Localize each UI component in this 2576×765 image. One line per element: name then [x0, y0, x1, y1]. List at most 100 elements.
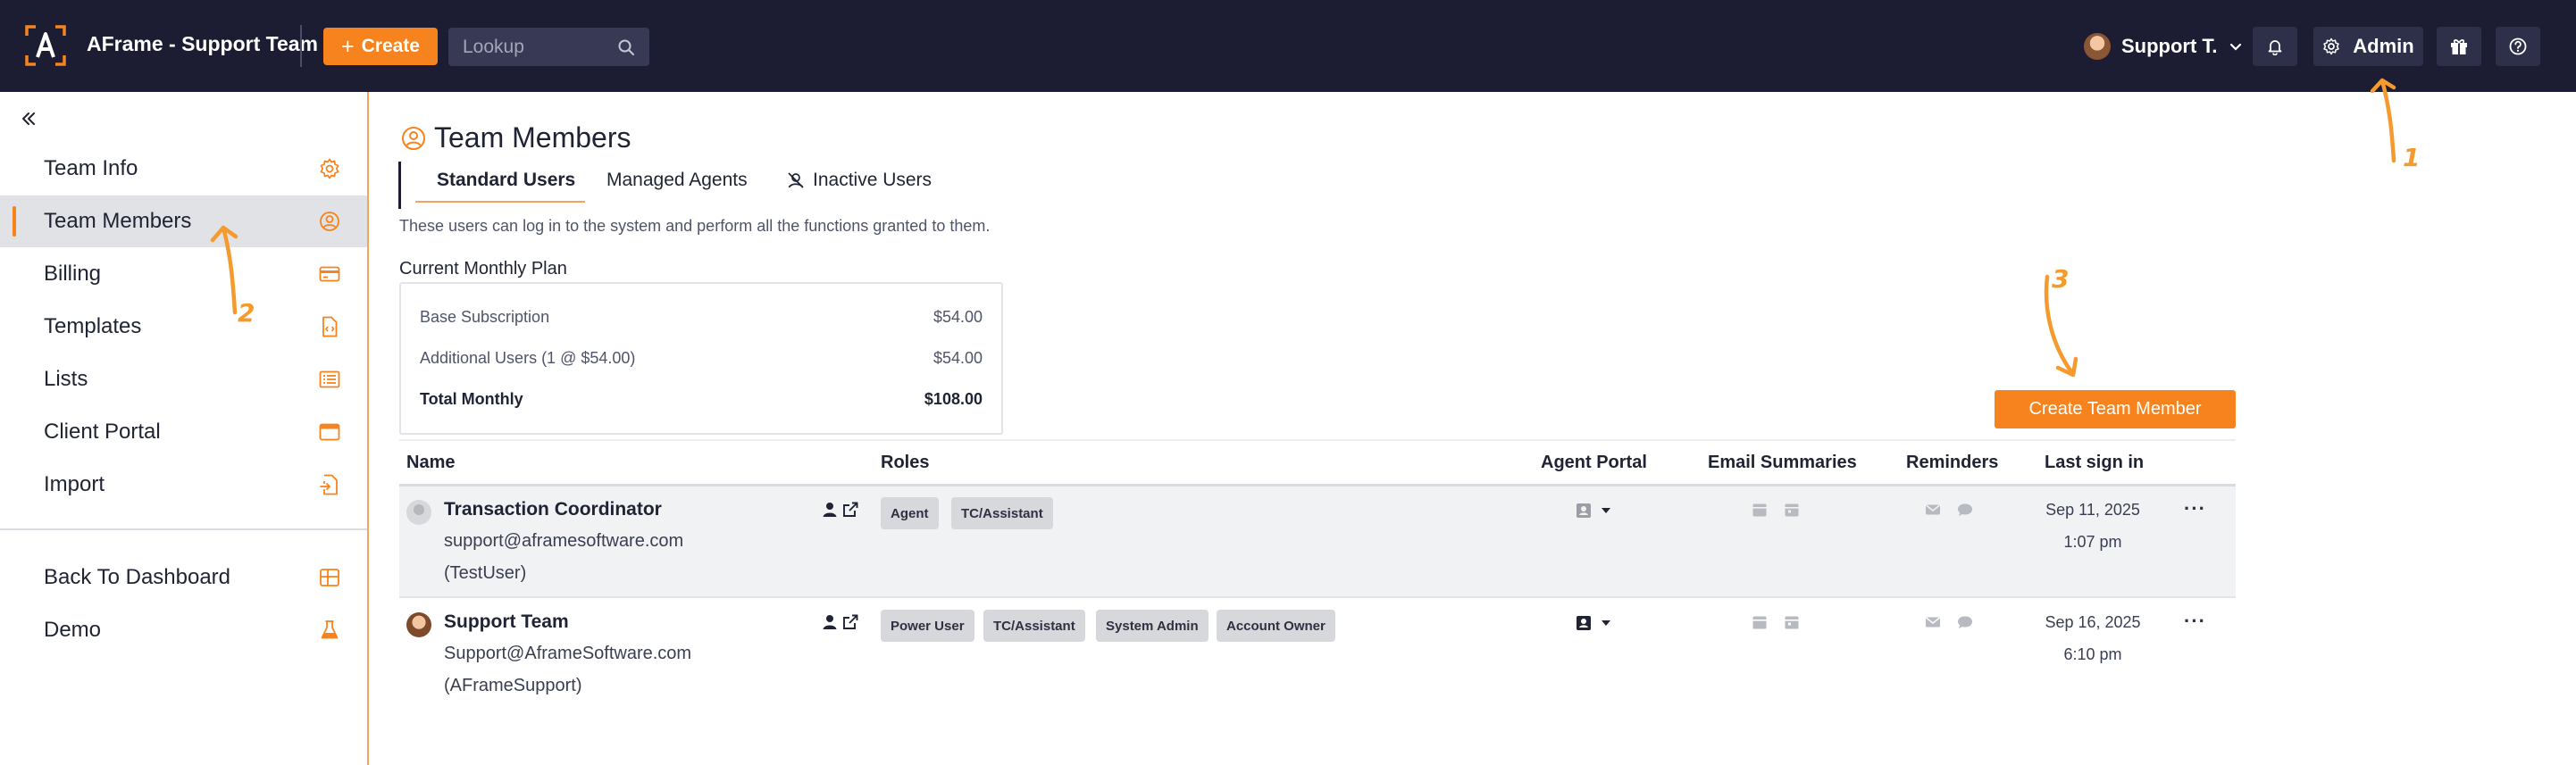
- gear-icon: [320, 158, 339, 179]
- gifts-button[interactable]: [2437, 27, 2481, 66]
- create-button-label: Create: [361, 36, 420, 56]
- plan-row-label: Base Subscription: [420, 308, 550, 326]
- role-badge: TC/Assistant: [983, 610, 1085, 642]
- table-row[interactable]: Support Team Support@AframeSoftware.com …: [399, 599, 2236, 711]
- table-top-border: [399, 439, 2236, 441]
- role-badge: Power User: [881, 610, 974, 642]
- sidebar-item-lists[interactable]: Lists: [0, 353, 367, 405]
- sidebar-item-templates[interactable]: Templates: [0, 301, 367, 353]
- plan-row-total: Total Monthly $108.00: [420, 390, 983, 409]
- column-header-name[interactable]: Name: [406, 453, 455, 473]
- sidebar-item-label: Import: [44, 472, 105, 496]
- column-header-agent-portal: Agent Portal: [1541, 453, 1647, 472]
- role-badge: Agent: [881, 497, 939, 529]
- page-title: Team Members: [434, 121, 631, 154]
- tab-inactive-users-label: Inactive Users: [813, 170, 933, 190]
- aframe-logo[interactable]: [25, 25, 66, 66]
- create-button[interactable]: + Create: [323, 28, 438, 65]
- user-profile-icon[interactable]: [820, 500, 840, 520]
- tab-description: These users can log in to the system and…: [399, 217, 991, 235]
- lookup-search[interactable]: [448, 28, 649, 66]
- bell-icon: [2268, 40, 2282, 55]
- last-sign-in-time: 1:07 pm: [2063, 533, 2122, 551]
- user-menu[interactable]: Support T.: [2084, 32, 2243, 61]
- member-email: support@aframesoftware.com: [444, 531, 684, 551]
- envelope-icon[interactable]: [1924, 501, 1942, 519]
- member-name[interactable]: Support Team: [444, 611, 569, 633]
- calendar-day-icon[interactable]: [1751, 613, 1769, 631]
- external-link-icon[interactable]: [841, 612, 860, 632]
- help-icon: [2509, 37, 2527, 55]
- sidebar-item-billing[interactable]: Billing: [0, 248, 367, 300]
- calendar-day-icon[interactable]: [1751, 501, 1769, 519]
- avatar: [406, 500, 431, 525]
- sidebar-item-team-info[interactable]: Team Info: [0, 143, 367, 195]
- plan-row-value: $54.00: [933, 349, 983, 367]
- list-icon: [319, 370, 340, 388]
- sidebar-item-label: Lists: [44, 367, 88, 391]
- user-slash-icon: [788, 172, 804, 188]
- plus-icon: +: [341, 33, 355, 59]
- create-team-member-button[interactable]: Create Team Member: [1995, 390, 2236, 428]
- calendar-week-icon[interactable]: [1783, 501, 1801, 519]
- sidebar-item-demo[interactable]: Demo: [0, 604, 367, 656]
- sidebar-item-client-portal[interactable]: Client Portal: [0, 406, 367, 458]
- sidebar-divider: [0, 528, 367, 530]
- agent-portal-icon[interactable]: [1574, 613, 1593, 633]
- caret-down-icon[interactable]: [1596, 501, 1616, 520]
- sidebar-item-label: Client Portal: [44, 420, 161, 444]
- external-link-icon[interactable]: [841, 500, 860, 520]
- annotation-number-3: 3: [2052, 264, 2070, 294]
- flask-icon: [321, 620, 339, 639]
- chat-bubble-icon[interactable]: [1956, 501, 1974, 519]
- column-header-last-sign-in[interactable]: Last sign in: [2045, 453, 2144, 473]
- last-sign-in-date: Sep 16, 2025: [2045, 613, 2141, 631]
- tab-inactive-users[interactable]: Inactive Users: [786, 170, 932, 191]
- sidebar: Team Info Team Members Billing Templates…: [0, 92, 369, 765]
- active-tab-indicator: [415, 201, 585, 203]
- member-username: (TestUser): [444, 563, 527, 583]
- user-profile-icon[interactable]: [820, 612, 840, 632]
- tab-managed-agents[interactable]: Managed Agents: [606, 170, 748, 191]
- member-username: (AFrameSupport): [444, 676, 582, 695]
- topbar-divider: [300, 25, 302, 67]
- admin-button[interactable]: Admin: [2313, 27, 2423, 66]
- plan-row-label: Additional Users (1 @ $54.00): [420, 349, 636, 367]
- sidebar-item-back-to-dashboard[interactable]: Back To Dashboard: [0, 552, 367, 603]
- notifications-button[interactable]: [2253, 27, 2297, 66]
- table-row[interactable]: Transaction Coordinator support@aframeso…: [399, 486, 2236, 598]
- tabs-accent-bar: [398, 162, 401, 209]
- plan-row-label: Total Monthly: [420, 390, 523, 408]
- document-code-icon: [322, 316, 338, 337]
- search-icon[interactable]: [617, 38, 635, 56]
- chat-bubble-icon[interactable]: [1956, 613, 1974, 631]
- browser-window-icon: [319, 423, 340, 441]
- agent-portal-icon[interactable]: [1574, 501, 1593, 520]
- sidebar-item-import[interactable]: Import: [0, 459, 367, 511]
- calendar-week-icon[interactable]: [1783, 613, 1801, 631]
- help-button[interactable]: [2496, 27, 2540, 66]
- more-options-icon[interactable]: ···: [2184, 610, 2206, 633]
- role-badge: Account Owner: [1217, 610, 1335, 642]
- sidebar-item-label: Back To Dashboard: [44, 565, 231, 589]
- avatar: [406, 612, 431, 637]
- annotation-number-2: 2: [238, 298, 255, 328]
- sidebar-item-team-members[interactable]: Team Members: [0, 195, 367, 247]
- more-options-icon[interactable]: ···: [2184, 497, 2206, 520]
- user-menu-label: Support T.: [2121, 35, 2218, 57]
- role-badge: TC/Assistant: [951, 497, 1053, 529]
- last-sign-in-date: Sep 11, 2025: [2045, 501, 2140, 519]
- collapse-sidebar-icon[interactable]: [18, 108, 39, 129]
- plan-title: Current Monthly Plan: [399, 259, 567, 279]
- column-header-roles: Roles: [881, 453, 930, 472]
- member-name[interactable]: Transaction Coordinator: [444, 499, 662, 520]
- file-import-icon: [320, 474, 338, 495]
- admin-button-label: Admin: [2353, 35, 2414, 57]
- envelope-icon[interactable]: [1924, 613, 1942, 631]
- caret-down-icon[interactable]: [1596, 613, 1616, 633]
- credit-card-icon: [319, 266, 340, 282]
- member-email: Support@AframeSoftware.com: [444, 644, 692, 663]
- chevron-down-icon: [2229, 43, 2241, 51]
- tab-standard-users[interactable]: Standard Users: [437, 170, 575, 191]
- lookup-input[interactable]: [463, 28, 606, 66]
